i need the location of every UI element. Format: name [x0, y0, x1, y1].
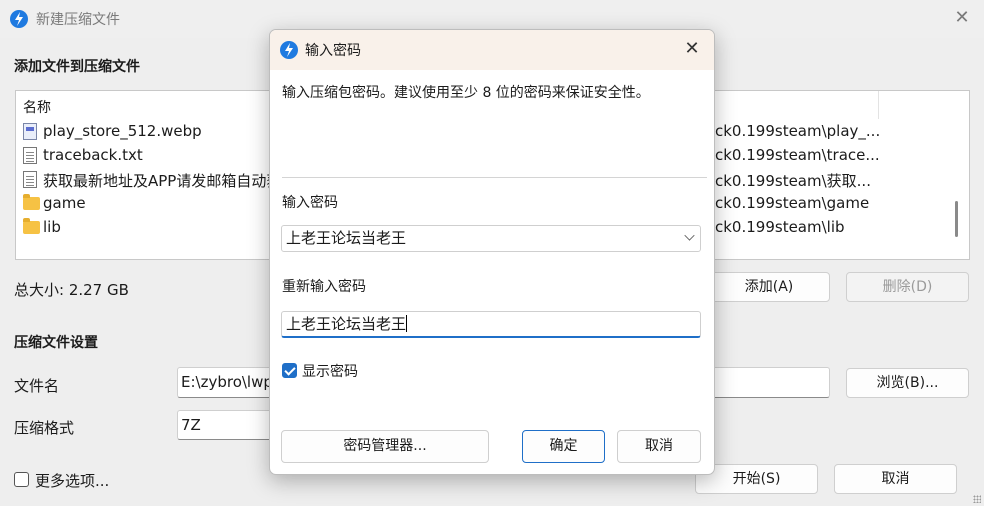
- window-title: 新建压缩文件: [36, 12, 120, 28]
- dialog-title: 输入密码: [305, 43, 361, 59]
- window-close-icon[interactable]: ✕: [952, 8, 972, 28]
- scrollbar-thumb[interactable]: [955, 201, 958, 237]
- dialog-divider: [282, 177, 707, 178]
- dialog-cancel-button[interactable]: 取消: [617, 430, 701, 463]
- folder-icon: [23, 218, 40, 234]
- add-button[interactable]: 添加(A): [708, 272, 830, 302]
- password-value: 上老王论坛当老王: [286, 229, 407, 247]
- text-file-icon: [23, 171, 37, 188]
- show-password-label[interactable]: 显示密码: [302, 361, 358, 381]
- delete-button[interactable]: 删除(D): [846, 272, 969, 302]
- total-size: 总大小: 2.27 GB: [14, 281, 129, 299]
- list-item-name: 获取最新地址及APP请发邮箱自动获: [43, 172, 282, 190]
- text-caret: [406, 315, 408, 332]
- list-item-path: ck0.199steam\play_...: [715, 122, 881, 140]
- list-item-path: ck0.199steam\获取...: [715, 172, 871, 190]
- column-separator[interactable]: [878, 91, 879, 119]
- text-file-icon: [23, 147, 37, 164]
- dialog-close-icon[interactable]: ✕: [682, 39, 702, 59]
- password-manager-button[interactable]: 密码管理器...: [281, 430, 489, 463]
- list-item-path: ck0.199steam\lib: [715, 218, 845, 236]
- list-item-name: traceback.txt: [43, 146, 143, 164]
- password-dialog: 输入密码 ✕ 输入压缩包密码。建议使用至少 8 位的密码来保证安全性。 输入密码…: [269, 29, 715, 475]
- browse-button[interactable]: 浏览(B)...: [846, 368, 969, 398]
- chevron-down-icon[interactable]: [684, 230, 695, 241]
- confirm-password-input[interactable]: 上老王论坛当老王: [281, 311, 701, 338]
- list-item-path: ck0.199steam\game: [715, 194, 870, 212]
- confirm-password-value: 上老王论坛当老王: [286, 315, 407, 333]
- list-item-name: lib: [43, 218, 61, 236]
- dialog-description: 输入压缩包密码。建议使用至少 8 位的密码来保证安全性。: [282, 85, 650, 101]
- column-header-name[interactable]: 名称: [23, 97, 51, 117]
- resize-grip[interactable]: [973, 495, 981, 503]
- app-logo-icon: [10, 10, 28, 28]
- settings-heading: 压缩文件设置: [14, 335, 98, 351]
- more-options-label[interactable]: 更多选项...: [35, 470, 109, 491]
- folder-icon: [23, 194, 40, 210]
- password-label: 输入密码: [282, 195, 338, 211]
- image-file-icon: [23, 123, 37, 140]
- more-options-checkbox[interactable]: [14, 472, 29, 487]
- list-item-path: ck0.199steam\trace...: [715, 146, 880, 164]
- list-item-name: game: [43, 194, 86, 212]
- format-label: 压缩格式: [14, 419, 75, 437]
- dialog-titlebar[interactable]: 输入密码 ✕: [270, 30, 714, 70]
- app-logo-icon: [280, 41, 298, 59]
- list-item-name: play_store_512.webp: [43, 122, 202, 140]
- cancel-button[interactable]: 取消: [834, 464, 957, 494]
- ok-button[interactable]: 确定: [522, 430, 605, 463]
- confirm-password-label: 重新输入密码: [282, 279, 366, 295]
- format-select[interactable]: 7Z: [177, 410, 277, 440]
- password-combobox[interactable]: 上老王论坛当老王: [281, 225, 701, 252]
- add-files-heading: 添加文件到压缩文件: [14, 59, 140, 75]
- filename-label: 文件名: [14, 377, 60, 395]
- show-password-checkbox[interactable]: [282, 363, 297, 378]
